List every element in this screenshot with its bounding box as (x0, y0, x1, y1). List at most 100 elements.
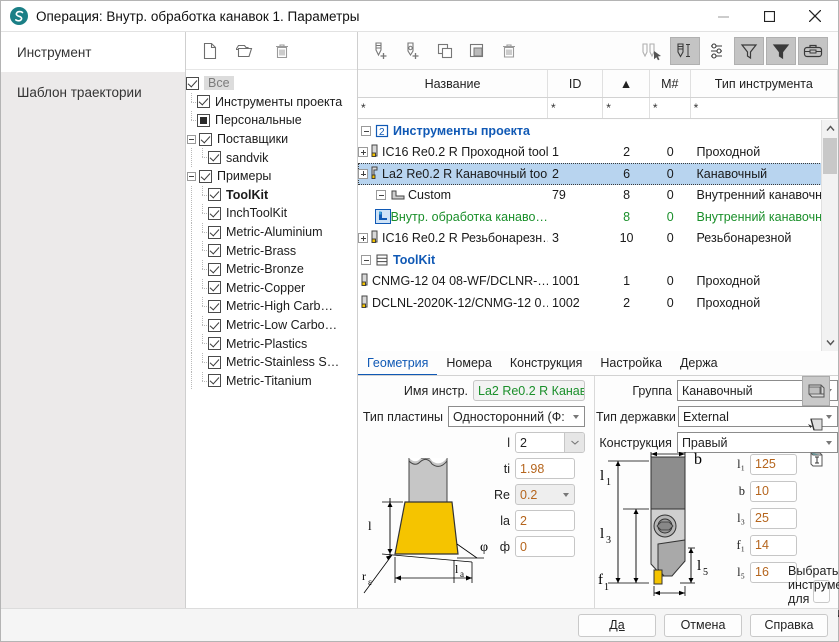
tab-держа[interactable]: Держа (671, 351, 727, 375)
column-header[interactable]: ID (548, 70, 603, 97)
tree-item-checkbox[interactable] (208, 356, 221, 369)
select-re[interactable]: 0.2 (515, 484, 575, 505)
column-filter-cell[interactable]: * (548, 98, 603, 118)
tree-item-checkbox[interactable] (208, 319, 221, 332)
column-filter-cell[interactable]: * (603, 98, 650, 118)
tree-item[interactable]: Metric-Low Carbo… (186, 316, 357, 335)
help-button[interactable]: Справка (750, 614, 828, 637)
input-l1[interactable]: 125 (750, 454, 797, 475)
tree-item[interactable]: Metric-Copper (186, 279, 357, 298)
tree-item-checkbox[interactable] (197, 95, 210, 108)
input-phi[interactable]: 0 (515, 536, 575, 557)
tree-item-checkbox[interactable] (208, 207, 221, 220)
tab-конструкция[interactable]: Конструкция (501, 351, 592, 375)
tree-expander-icon[interactable] (186, 134, 197, 145)
row-expander-icon[interactable] (361, 255, 371, 265)
tree-item[interactable]: InchToolKit (186, 204, 357, 223)
tree-item[interactable]: Поставщики (186, 130, 357, 149)
tool-measure-icon[interactable] (670, 37, 700, 65)
tree-item[interactable]: ToolKit (186, 186, 357, 205)
scrollbar-thumb[interactable] (823, 138, 837, 174)
table-filter-row[interactable]: ***** (358, 98, 838, 119)
tree-item[interactable]: Metric-Brass (186, 241, 357, 260)
table-row[interactable]: Custom7980Внутренний канавочный (358, 185, 838, 207)
input-l[interactable]: 2 (515, 432, 585, 453)
tree-item[interactable]: Metric-Plastics (186, 334, 357, 353)
scroll-up-icon[interactable] (822, 120, 838, 137)
ok-button[interactable]: Да (578, 614, 656, 637)
nav-item-toolpath-template[interactable]: Шаблон траектории (1, 72, 185, 112)
tree-item[interactable]: Metric-Stainless S… (186, 353, 357, 372)
column-filter-cell[interactable]: * (691, 98, 838, 118)
tree-item-checkbox[interactable] (208, 188, 221, 201)
input-tool-name[interactable]: La2 Re0.2 R Канавочнь (473, 380, 585, 401)
minimize-button[interactable] (700, 1, 746, 32)
filter-filled-icon[interactable] (766, 37, 796, 65)
close-button[interactable] (792, 1, 838, 32)
tree-item-checkbox[interactable] (208, 151, 221, 164)
delete-trash-icon[interactable] (494, 37, 524, 65)
column-header[interactable]: M# (650, 70, 691, 97)
column-filter-cell[interactable]: * (650, 98, 691, 118)
add-drill-tool-icon[interactable] (398, 37, 428, 65)
input-ti[interactable]: 1.98 (515, 458, 575, 479)
row-expander-icon[interactable] (358, 233, 368, 243)
tree-item-checkbox[interactable] (208, 244, 221, 257)
row-expander-icon[interactable] (358, 169, 368, 179)
table-row[interactable]: La2 Re0.2 R Канавочный tool260Канавочный (358, 163, 838, 185)
filter-icon[interactable] (734, 37, 764, 65)
row-expander-icon[interactable] (358, 147, 368, 157)
select-insert-type[interactable]: Односторонний (Ф: (448, 406, 585, 427)
tab-геометрия[interactable]: Геометрия (358, 351, 437, 375)
insert-preview-icon[interactable] (802, 410, 830, 440)
tree-item-checkbox[interactable] (208, 263, 221, 276)
tree-item[interactable]: Metric-Aluminium (186, 223, 357, 242)
tree-item[interactable]: Персональные (186, 111, 357, 130)
column-header[interactable]: Название (358, 70, 548, 97)
tree-item[interactable]: Metric-Bronze (186, 260, 357, 279)
delete-trash-icon[interactable] (272, 41, 292, 61)
column-header[interactable]: Тип инструмента (691, 70, 838, 97)
spinner-l[interactable] (564, 433, 584, 452)
tree-item-checkbox[interactable] (199, 133, 212, 146)
tree-item-checkbox[interactable] (208, 374, 221, 387)
holder-preview-icon[interactable] (802, 376, 830, 406)
tool-3d-preview-icon[interactable] (802, 444, 830, 474)
paste-icon[interactable] (462, 37, 492, 65)
select-tool-icon[interactable] (638, 37, 668, 65)
cancel-button[interactable]: Отмена (664, 614, 742, 637)
table-scrollbar[interactable] (821, 120, 838, 351)
tree-item[interactable]: Инструменты проекта (186, 93, 357, 112)
column-filter-cell[interactable]: * (358, 98, 548, 118)
table-row[interactable]: DCLNL-2020K-12/CNMG-12 0…100220Проходной (358, 292, 838, 314)
input-la[interactable]: 2 (515, 510, 575, 531)
tree-item[interactable]: sandvik (186, 148, 357, 167)
tree-expander-icon[interactable] (186, 171, 197, 182)
add-mill-tool-icon[interactable] (366, 37, 396, 65)
table-row[interactable]: IC16 Re0.2 R Проходной tool120Проходной (358, 142, 838, 164)
settings-sliders-icon[interactable] (702, 37, 732, 65)
scroll-down-icon[interactable] (822, 334, 838, 351)
table-row[interactable]: IC16 Re0.2 R Резьбонарезн…3100Резьбонаре… (358, 228, 838, 250)
table-row[interactable]: Внутр. обработка канаво…80Внутренний кан… (358, 206, 838, 228)
tab-номера[interactable]: Номера (437, 351, 500, 375)
tree-item[interactable]: Примеры (186, 167, 357, 186)
tree-item-checkbox[interactable] (208, 281, 221, 294)
tree-item-checkbox[interactable] (208, 226, 221, 239)
tree-item-checkbox[interactable] (199, 170, 212, 183)
copy-icon[interactable] (430, 37, 460, 65)
tree-item-checkbox[interactable] (208, 337, 221, 350)
tab-настройка[interactable]: Настройка (591, 351, 671, 375)
input-f1[interactable]: 14 (750, 535, 797, 556)
tree-item-checkbox[interactable] (208, 300, 221, 313)
table-row[interactable]: CNMG-12 04 08-WF/DCLNR-…100110Проходной (358, 271, 838, 293)
input-l3[interactable]: 25 (750, 508, 797, 529)
new-file-icon[interactable] (200, 41, 220, 61)
maximize-button[interactable] (746, 1, 792, 32)
column-header[interactable]: ▲ (603, 70, 650, 97)
nav-item-tool[interactable]: Инструмент (1, 32, 185, 72)
tree-item-all[interactable]: Все (186, 74, 357, 93)
table-row[interactable]: ToolKit (358, 249, 838, 271)
toolbox-icon[interactable] (798, 37, 828, 65)
tree-item[interactable]: Metric-Titanium (186, 372, 357, 391)
